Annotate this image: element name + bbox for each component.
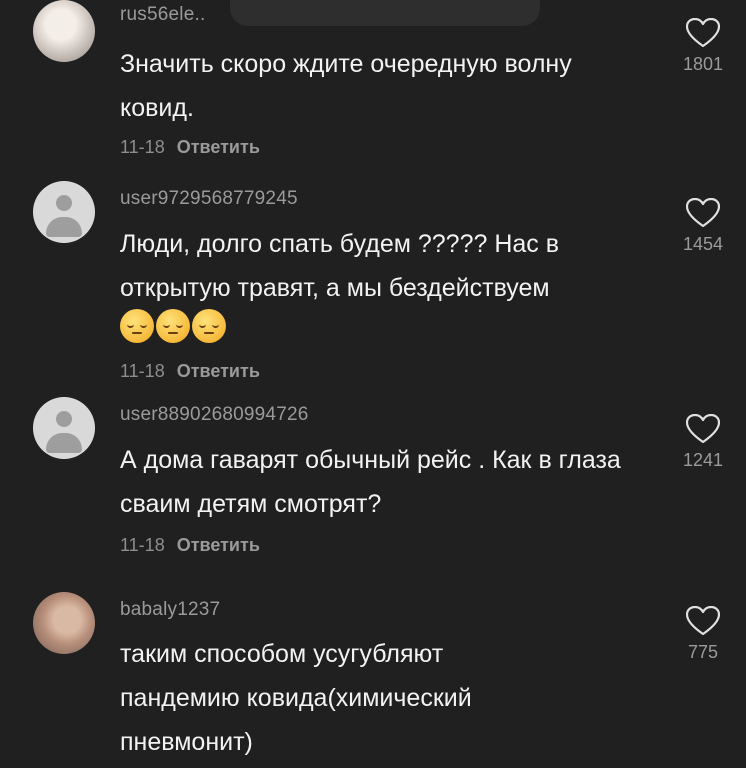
like-button[interactable]: 1454 (668, 198, 738, 255)
like-count: 1801 (682, 54, 724, 74)
reply-button[interactable]: Ответить (177, 361, 260, 381)
avatar[interactable] (33, 397, 95, 459)
comment-meta: 11-18 Ответить (120, 535, 260, 556)
heart-outline-icon (686, 414, 720, 444)
emoji-row (120, 309, 228, 343)
comment-username[interactable]: rus56ele.. (120, 4, 205, 26)
pensive-face-emoji (156, 309, 190, 343)
comment-text: Значить скоро ждите очередную волну кови… (120, 50, 572, 122)
like-button[interactable]: 1241 (668, 414, 738, 471)
top-notification-bar (230, 0, 540, 26)
comment-username[interactable]: user88902680994726 (120, 404, 309, 426)
pensive-face-emoji (192, 309, 226, 343)
like-count: 1241 (682, 450, 724, 470)
comment-username[interactable]: user9729568779245 (120, 188, 298, 210)
reply-button[interactable]: Ответить (177, 535, 260, 555)
pensive-face-emoji (120, 309, 154, 343)
comment-text: таким способом усугубляют пандемию ковид… (120, 640, 472, 756)
avatar[interactable] (33, 181, 95, 243)
comment-text: А дома гаварят обычный рейс . Как в глаз… (120, 446, 621, 518)
reply-button[interactable]: Ответить (177, 137, 260, 157)
like-button[interactable]: 775 (668, 606, 738, 663)
comment-username[interactable]: babaly1237 (120, 599, 220, 621)
comment-meta: 11-18 Ответить (120, 361, 260, 382)
avatar[interactable] (33, 0, 95, 62)
comment-meta: 11-18 Ответить (120, 137, 260, 158)
heart-outline-icon (686, 606, 720, 636)
like-button[interactable]: 1801 (668, 18, 738, 75)
comment-date: 11-18 (120, 361, 165, 381)
comment-date: 11-18 (120, 535, 165, 555)
like-count: 775 (687, 642, 719, 662)
avatar[interactable] (33, 592, 95, 654)
like-count: 1454 (682, 234, 724, 254)
heart-outline-icon (686, 18, 720, 48)
comment-date: 11-18 (120, 137, 165, 157)
comment-text: Люди, долго спать будем ????? Нас в откр… (120, 230, 560, 302)
heart-outline-icon (686, 198, 720, 228)
